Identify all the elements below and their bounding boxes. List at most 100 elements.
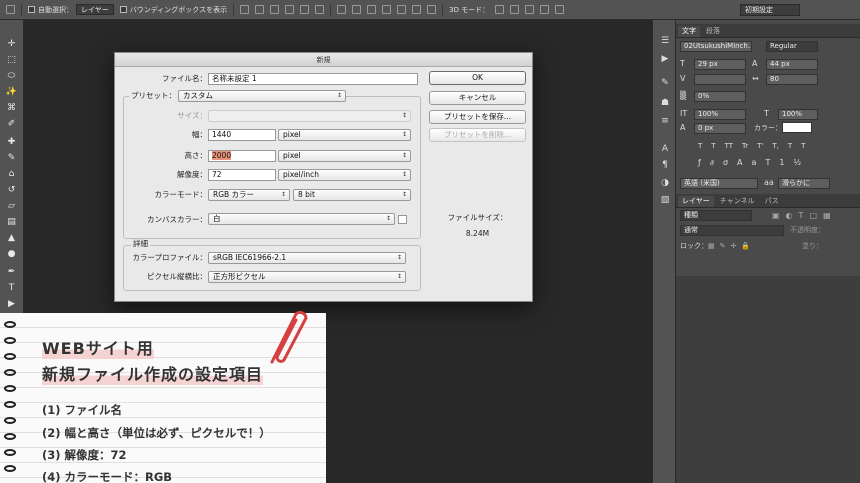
leading-input[interactable]: 44 px	[766, 59, 818, 70]
adjustment-filter-icon[interactable]: ◐	[786, 211, 793, 220]
style-button[interactable]: TT	[725, 141, 733, 151]
distribute-left-icon[interactable]	[382, 5, 392, 14]
paths-panel-icon[interactable]: ▧	[659, 195, 671, 205]
style-button[interactable]: T,	[772, 141, 779, 151]
tab-paragraph[interactable]: 段落	[702, 26, 724, 37]
blend-mode-dropdown[interactable]: 通常	[680, 225, 784, 236]
font-family-dropdown[interactable]: 02UtsukushiMinch...	[680, 41, 752, 52]
name-input[interactable]: 名称未設定 1	[208, 73, 418, 85]
background-dropdown[interactable]: 白	[208, 213, 395, 225]
align-right-icon[interactable]	[315, 5, 325, 14]
style-button[interactable]: T'	[757, 141, 763, 151]
move-tool-icon[interactable]	[6, 5, 15, 14]
marquee-tool-icon[interactable]: ⬚	[5, 55, 18, 65]
vertical-scale-input[interactable]: 100%	[694, 109, 746, 120]
paragraph-panel-icon[interactable]: ¶	[659, 160, 671, 170]
delete-preset-button[interactable]: プリセットを削除...	[429, 128, 526, 142]
color-mode-dropdown[interactable]: RGB カラー	[208, 189, 290, 201]
align-left-icon[interactable]	[285, 5, 295, 14]
font-size-input[interactable]: 29 px	[694, 59, 746, 70]
type-tool-icon[interactable]: T	[5, 283, 18, 293]
tab-channels[interactable]: チャンネル	[716, 196, 759, 207]
font-style-dropdown[interactable]: Regular	[766, 41, 818, 52]
distribute-bottom-icon[interactable]	[367, 5, 377, 14]
bounding-box-option[interactable]: バウンディングボックスを表示	[119, 5, 227, 15]
pixel-aspect-dropdown[interactable]: 正方形ピクセル	[208, 271, 406, 283]
horizontal-scale-input[interactable]: 100%	[778, 109, 818, 120]
style-button[interactable]: Tr	[742, 141, 748, 151]
text-color-swatch[interactable]	[782, 122, 812, 133]
swatches-panel-icon[interactable]: ☗	[659, 98, 671, 108]
tsume-input[interactable]: 0%	[694, 91, 746, 102]
shape-filter-icon[interactable]: □	[809, 211, 817, 220]
eraser-tool-icon[interactable]: ▱	[5, 201, 18, 211]
ok-button[interactable]: OK	[429, 71, 526, 85]
3d-scale-icon[interactable]	[555, 5, 565, 14]
align-center-icon[interactable]	[300, 5, 310, 14]
auto-select-checkbox[interactable]	[28, 6, 35, 13]
stamp-tool-icon[interactable]: ⌂	[5, 169, 18, 179]
resolution-input[interactable]: 72	[208, 169, 276, 181]
style-button[interactable]: T	[711, 141, 715, 151]
align-bottom-icon[interactable]	[270, 5, 280, 14]
tab-layers[interactable]: レイヤー	[678, 196, 714, 207]
language-dropdown[interactable]: 英語 (米国)	[680, 178, 758, 189]
style-button[interactable]: T	[698, 141, 702, 151]
brush-tool-icon[interactable]: ✎	[5, 153, 18, 163]
baseline-shift-input[interactable]: 0 px	[694, 123, 746, 134]
distribute-center-icon[interactable]	[397, 5, 407, 14]
distribute-right-icon[interactable]	[412, 5, 422, 14]
character-panel-icon[interactable]: A	[659, 144, 671, 154]
anti-alias-dropdown[interactable]: 滑らかに	[778, 178, 830, 189]
bounding-box-checkbox[interactable]	[119, 6, 127, 13]
width-unit-dropdown[interactable]: pixel	[278, 129, 411, 141]
auto-select-dropdown[interactable]: レイヤー	[76, 4, 114, 15]
fraction-icon[interactable]: ½	[793, 158, 801, 167]
adjustments-panel-icon[interactable]: ≡	[659, 116, 671, 126]
lock-transparency-icon[interactable]: ▦	[708, 242, 715, 250]
dodge-tool-icon[interactable]: ●	[5, 249, 18, 259]
swash-icon[interactable]: A	[737, 158, 742, 167]
lock-pixels-icon[interactable]: ✎	[720, 242, 726, 250]
3d-pan-icon[interactable]	[525, 5, 535, 14]
preset-dropdown[interactable]: カスタム	[178, 90, 346, 102]
healing-brush-tool-icon[interactable]: ✚	[5, 137, 18, 147]
height-input[interactable]: 2000	[208, 150, 276, 162]
move-tool-icon[interactable]: ✛	[5, 39, 18, 49]
auto-select-option[interactable]: 自動選択： レイヤー	[28, 4, 114, 15]
blur-tool-icon[interactable]: ▲	[5, 233, 18, 243]
distribute-middle-icon[interactable]	[352, 5, 362, 14]
quick-select-tool-icon[interactable]: ✨	[5, 87, 18, 97]
titling-icon[interactable]: T	[765, 158, 770, 167]
height-unit-dropdown[interactable]: pixel	[278, 150, 411, 162]
style-button[interactable]: T	[801, 141, 805, 151]
eyedropper-tool-icon[interactable]: ✐	[5, 119, 18, 129]
kerning-input[interactable]	[694, 74, 746, 85]
path-select-tool-icon[interactable]: ▶	[5, 299, 18, 309]
color-profile-dropdown[interactable]: sRGB IEC61966-2.1	[208, 252, 406, 264]
workspace-dropdown[interactable]: 初期設定	[740, 4, 800, 16]
layer-filter-dropdown[interactable]: 種類	[680, 210, 752, 221]
actions-panel-icon[interactable]: ▶	[659, 54, 671, 64]
align-middle-icon[interactable]	[255, 5, 265, 14]
lasso-tool-icon[interactable]: ⬭	[5, 71, 18, 81]
style-button[interactable]: T	[788, 141, 792, 151]
width-input[interactable]: 1440	[208, 129, 276, 141]
lock-position-icon[interactable]: ✛	[731, 242, 737, 250]
bit-depth-dropdown[interactable]: 8 bit	[293, 189, 411, 201]
3d-slide-icon[interactable]	[540, 5, 550, 14]
tracking-input[interactable]: 80	[766, 74, 818, 85]
pen-tool-icon[interactable]: ✒	[5, 267, 18, 277]
size-dropdown[interactable]	[208, 110, 411, 122]
crop-tool-icon[interactable]: ⌘	[5, 103, 18, 113]
history-brush-tool-icon[interactable]: ↺	[5, 185, 18, 195]
history-panel-icon[interactable]: ☰	[659, 36, 671, 46]
lock-all-icon[interactable]: 🔒	[741, 242, 750, 250]
type-filter-icon[interactable]: T	[799, 211, 804, 220]
channels-panel-icon[interactable]: ◑	[659, 178, 671, 188]
background-color-swatch[interactable]	[398, 215, 407, 224]
stylistic-icon[interactable]: a	[752, 158, 757, 167]
pixel-filter-icon[interactable]: ▣	[772, 211, 780, 220]
ligature-icon[interactable]: ƒ	[698, 158, 701, 167]
gradient-tool-icon[interactable]: ▤	[5, 217, 18, 227]
